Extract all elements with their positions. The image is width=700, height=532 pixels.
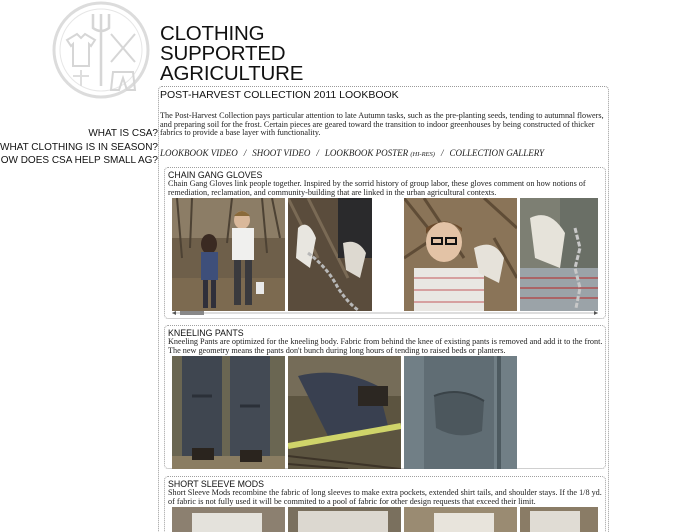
nav-link-csa-help-small-ag[interactable]: HOW DOES CSA HELP SMALL AG? [0, 154, 158, 168]
photo-chain-gang-couple[interactable] [172, 198, 285, 311]
hi-res-label: (HI-RES) [410, 151, 435, 158]
csa-logo-icon [52, 1, 150, 99]
lookbook-poster-link[interactable]: LOOKBOOK POSTER (HI-RES) [325, 148, 435, 158]
photo-kneeling-pants-knee-detail[interactable] [404, 356, 517, 469]
collection-intro: The Post-Harvest Collection pays particu… [160, 111, 604, 138]
section-description: Chain Gang Gloves link people together. … [168, 179, 586, 197]
photo-chain-gang-gloves-closeup[interactable] [288, 198, 372, 311]
photo-short-sleeve-3[interactable] [404, 507, 517, 532]
section-description: Short Sleeve Mods recombine the fabric o… [168, 488, 602, 506]
site-title-line-2: SUPPORTED [160, 42, 286, 65]
section-short-sleeve-mods: SHORT SLEEVE MODS Short Sleeve Mods reco… [164, 476, 606, 532]
lookbook-poster-label: LOOKBOOK POSTER [324, 148, 409, 158]
photo-chain-gang-man-glasses[interactable] [404, 198, 517, 311]
side-navigation: WHAT IS CSA? WHAT CLOTHING IS IN SEASON?… [0, 127, 158, 168]
site-title-line-3: AGRICULTURE [160, 62, 304, 85]
horizontal-scrollbar[interactable] [172, 311, 598, 315]
nav-link-what-is-csa[interactable]: WHAT IS CSA? [0, 127, 158, 141]
link-separator: / [316, 148, 319, 158]
shoot-video-link[interactable]: SHOOT VIDEO [252, 148, 310, 158]
link-separator: / [440, 148, 444, 158]
photo-short-sleeve-4[interactable] [520, 507, 598, 532]
section-chain-gang-gloves: CHAIN GANG GLOVES Chain Gang Gloves link… [164, 167, 606, 319]
photo-kneeling-pants-garden[interactable] [288, 356, 401, 469]
section-description: Kneeling Pants are optimized for the kne… [168, 337, 603, 355]
photo-short-sleeve-2[interactable] [288, 507, 401, 532]
collection-links: LOOKBOOK VIDEO / SHOOT VIDEO / LOOKBOOK POST… [160, 148, 544, 158]
photo-chain-gang-glove-detail[interactable] [520, 198, 598, 311]
collection-title: POST-HARVEST COLLECTION 2011 LOOKBOOK [160, 89, 399, 101]
site-title-line-1: CLOTHING [160, 22, 265, 45]
photo-short-sleeve-1[interactable] [172, 507, 285, 532]
link-separator: / [243, 148, 247, 158]
lookbook-video-link[interactable]: LOOKBOOK VIDEO [160, 148, 238, 158]
section-kneeling-pants: KNEELING PANTS Kneeling Pants are optimi… [164, 325, 606, 469]
collection-gallery-link[interactable]: COLLECTION GALLERY [449, 148, 544, 158]
nav-link-clothing-in-season[interactable]: WHAT CLOTHING IS IN SEASON? [0, 141, 158, 155]
site-title: CLOTHING SUPPORTED AGRICULTURE [160, 22, 360, 85]
photo-kneeling-pants-legs[interactable] [172, 356, 285, 469]
